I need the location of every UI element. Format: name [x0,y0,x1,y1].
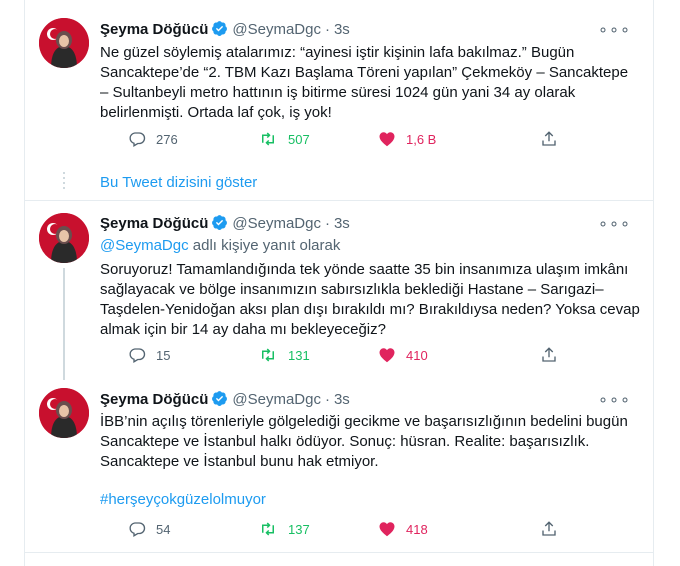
tweet-time[interactable]: 3s [334,391,350,408]
separator-dot: · [324,21,330,38]
like-button[interactable]: 410 [378,346,428,364]
reply-button[interactable]: 276 [128,130,178,148]
like-count: 410 [406,347,428,363]
tweet-2[interactable]: Şeyma Döğücü @SeymaDgc · 3s ∘∘∘ @SeymaDgc a… [25,200,653,380]
tweet-actions: 54 137 418 [100,520,570,544]
like-count: 1,6 B [406,131,437,147]
tweet-3[interactable]: Şeyma Döğücü @SeymaDgc · 3s ∘∘∘ İBB’nin açı… [25,380,653,550]
author-name[interactable]: Şeyma Döğücü [100,21,208,38]
reply-icon [129,348,146,363]
tweet-text: Ne güzel söylemiş atalarımız: “ayinesi i… [100,44,629,121]
avatar[interactable] [39,388,89,438]
avatar[interactable] [39,18,89,68]
show-thread-link[interactable]: Bu Tweet dizisini göster [100,174,257,191]
hashtag-link[interactable]: #herşeyçokgüzelolmuyor [100,490,640,510]
reply-count: 54 [156,521,171,537]
reply-button[interactable]: 15 [128,346,170,364]
thread-dots [63,172,65,192]
author-name[interactable]: Şeyma Döğücü [100,391,208,408]
reply-to-text: adlı kişiye yanıt olarak [188,237,341,254]
reply-icon [129,132,146,147]
share-button[interactable] [540,130,568,148]
retweet-count: 131 [288,347,310,363]
retweet-button[interactable]: 131 [258,346,310,364]
share-icon [542,521,556,536]
heart-icon [379,522,395,537]
more-options-icon[interactable]: ∘∘∘ [598,390,631,410]
tweet-header: Şeyma Döğücü @SeymaDgc · 3s [100,214,350,235]
retweet-icon [262,522,274,536]
retweet-count: 507 [288,131,310,147]
verified-badge-icon [211,20,228,41]
like-count: 418 [406,521,428,537]
share-button[interactable] [540,346,568,364]
tweet-actions: 276 507 1,6 B [100,130,570,154]
share-button[interactable] [540,520,568,538]
more-options-icon[interactable]: ∘∘∘ [598,214,631,234]
tweet-header: Şeyma Döğücü @SeymaDgc · 3s [100,20,350,41]
tweet-text: Soruyoruz! Tamamlandığında tek yönde saa… [100,261,640,338]
retweet-count: 137 [288,521,310,537]
retweet-icon [262,132,274,146]
tweet-actions: 15 131 410 [100,346,570,370]
author-name[interactable]: Şeyma Döğücü [100,215,208,232]
separator-dot: · [324,391,330,408]
divider [25,552,653,553]
tweet-1[interactable]: Şeyma Döğücü @SeymaDgc · 3s ∘∘∘ Ne güzel sö… [25,0,653,170]
reply-context: @SeymaDgc adlı kişiye yanıt olarak [100,236,640,256]
reply-count: 15 [156,347,171,363]
verified-badge-icon [211,214,228,235]
retweet-icon [262,348,274,362]
author-handle[interactable]: @SeymaDgc [232,21,321,38]
retweet-button[interactable]: 137 [258,520,310,538]
more-options-icon[interactable]: ∘∘∘ [598,20,631,40]
avatar[interactable] [39,213,89,263]
tweet-header: Şeyma Döğücü @SeymaDgc · 3s [100,390,350,411]
retweet-button[interactable]: 507 [258,130,310,148]
thread-line [63,268,65,380]
reply-count: 276 [156,131,178,147]
reply-icon [129,522,146,537]
like-button[interactable]: 1,6 B [378,130,436,148]
tweet-time[interactable]: 3s [334,215,350,232]
author-handle[interactable]: @SeymaDgc [232,391,321,408]
reply-button[interactable]: 54 [128,520,170,538]
verified-badge-icon [211,390,228,411]
author-handle[interactable]: @SeymaDgc [232,215,321,232]
share-icon [542,131,556,146]
heart-icon [379,348,395,363]
timeline: Şeyma Döğücü @SeymaDgc · 3s ∘∘∘ Ne güzel sö… [24,0,654,566]
separator-dot: · [324,215,330,232]
tweet-text: İBB’nin açılış törenleriyle gölgelediği … [100,413,628,470]
like-button[interactable]: 418 [378,520,428,538]
heart-icon [379,132,395,147]
reply-to-link[interactable]: @SeymaDgc [100,237,189,254]
share-icon [542,347,556,362]
tweet-time[interactable]: 3s [334,21,350,38]
